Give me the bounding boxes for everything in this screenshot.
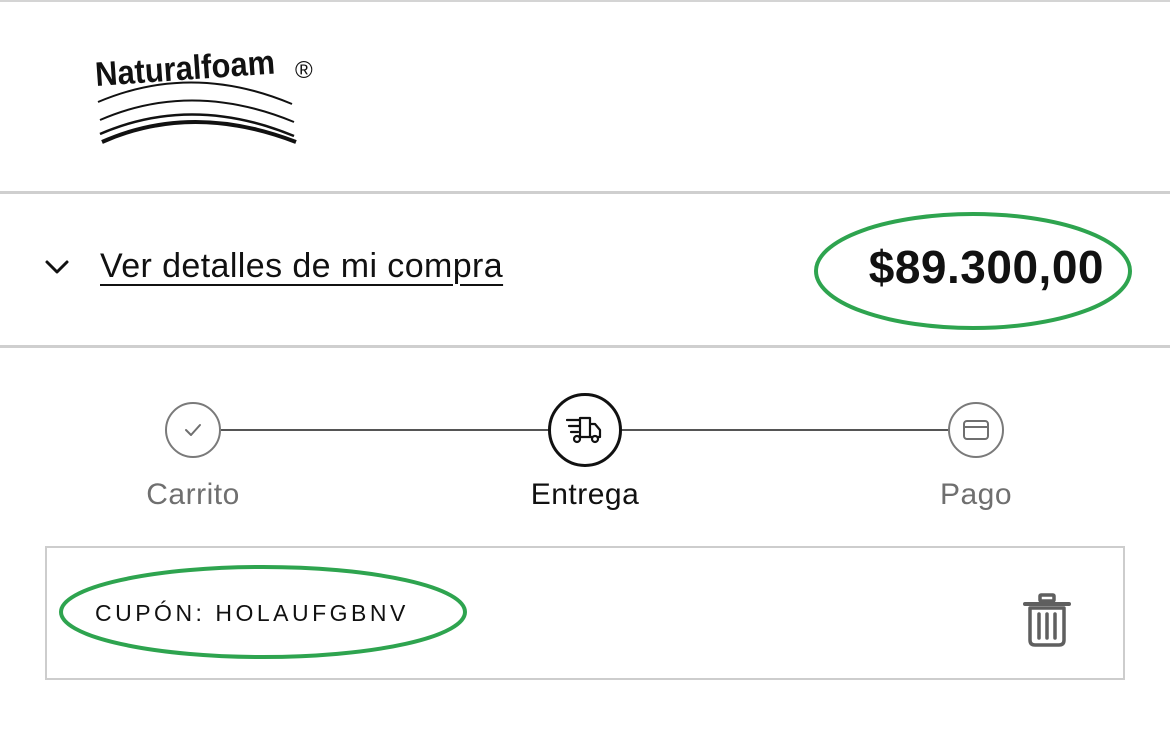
step-delivery-label[interactable]: Entrega: [485, 478, 685, 512]
remove-coupon-button[interactable]: [1021, 592, 1073, 648]
credit-card-icon: [963, 420, 989, 440]
step-delivery-circle[interactable]: [548, 393, 622, 467]
coupon-code: CUPÓN: HOLAUFGBNV: [95, 600, 409, 626]
chevron-down-icon: [45, 260, 69, 274]
svg-text:®: ®: [295, 57, 313, 84]
checkout-progress: Carrito Entrega Pago: [0, 390, 1170, 530]
naturalfoam-logo[interactable]: Naturalfoam ®: [92, 42, 332, 152]
header-divider: [0, 191, 1170, 194]
svg-text:Naturalfoam: Naturalfoam: [94, 44, 276, 94]
step-payment-label[interactable]: Pago: [876, 478, 1076, 512]
logo-graphic: Naturalfoam ®: [94, 44, 313, 144]
order-details-link[interactable]: Ver detalles de mi compra: [100, 247, 503, 286]
summary-divider: [0, 345, 1170, 348]
trash-icon: [1023, 593, 1071, 647]
step-payment-circle[interactable]: [948, 402, 1004, 458]
step-cart-label[interactable]: Carrito: [93, 478, 293, 512]
applied-coupon: CUPÓN: HOLAUFGBNV: [45, 546, 1125, 680]
top-border: [0, 0, 1170, 2]
delivery-truck-icon: [566, 416, 602, 444]
check-icon: [185, 424, 201, 436]
progress-connector: [621, 429, 948, 431]
progress-connector: [221, 429, 549, 431]
order-total: $89.300,00: [868, 241, 1104, 293]
order-details-toggle[interactable]: Ver detalles de mi compra: [42, 238, 503, 294]
step-cart-circle[interactable]: [165, 402, 221, 458]
